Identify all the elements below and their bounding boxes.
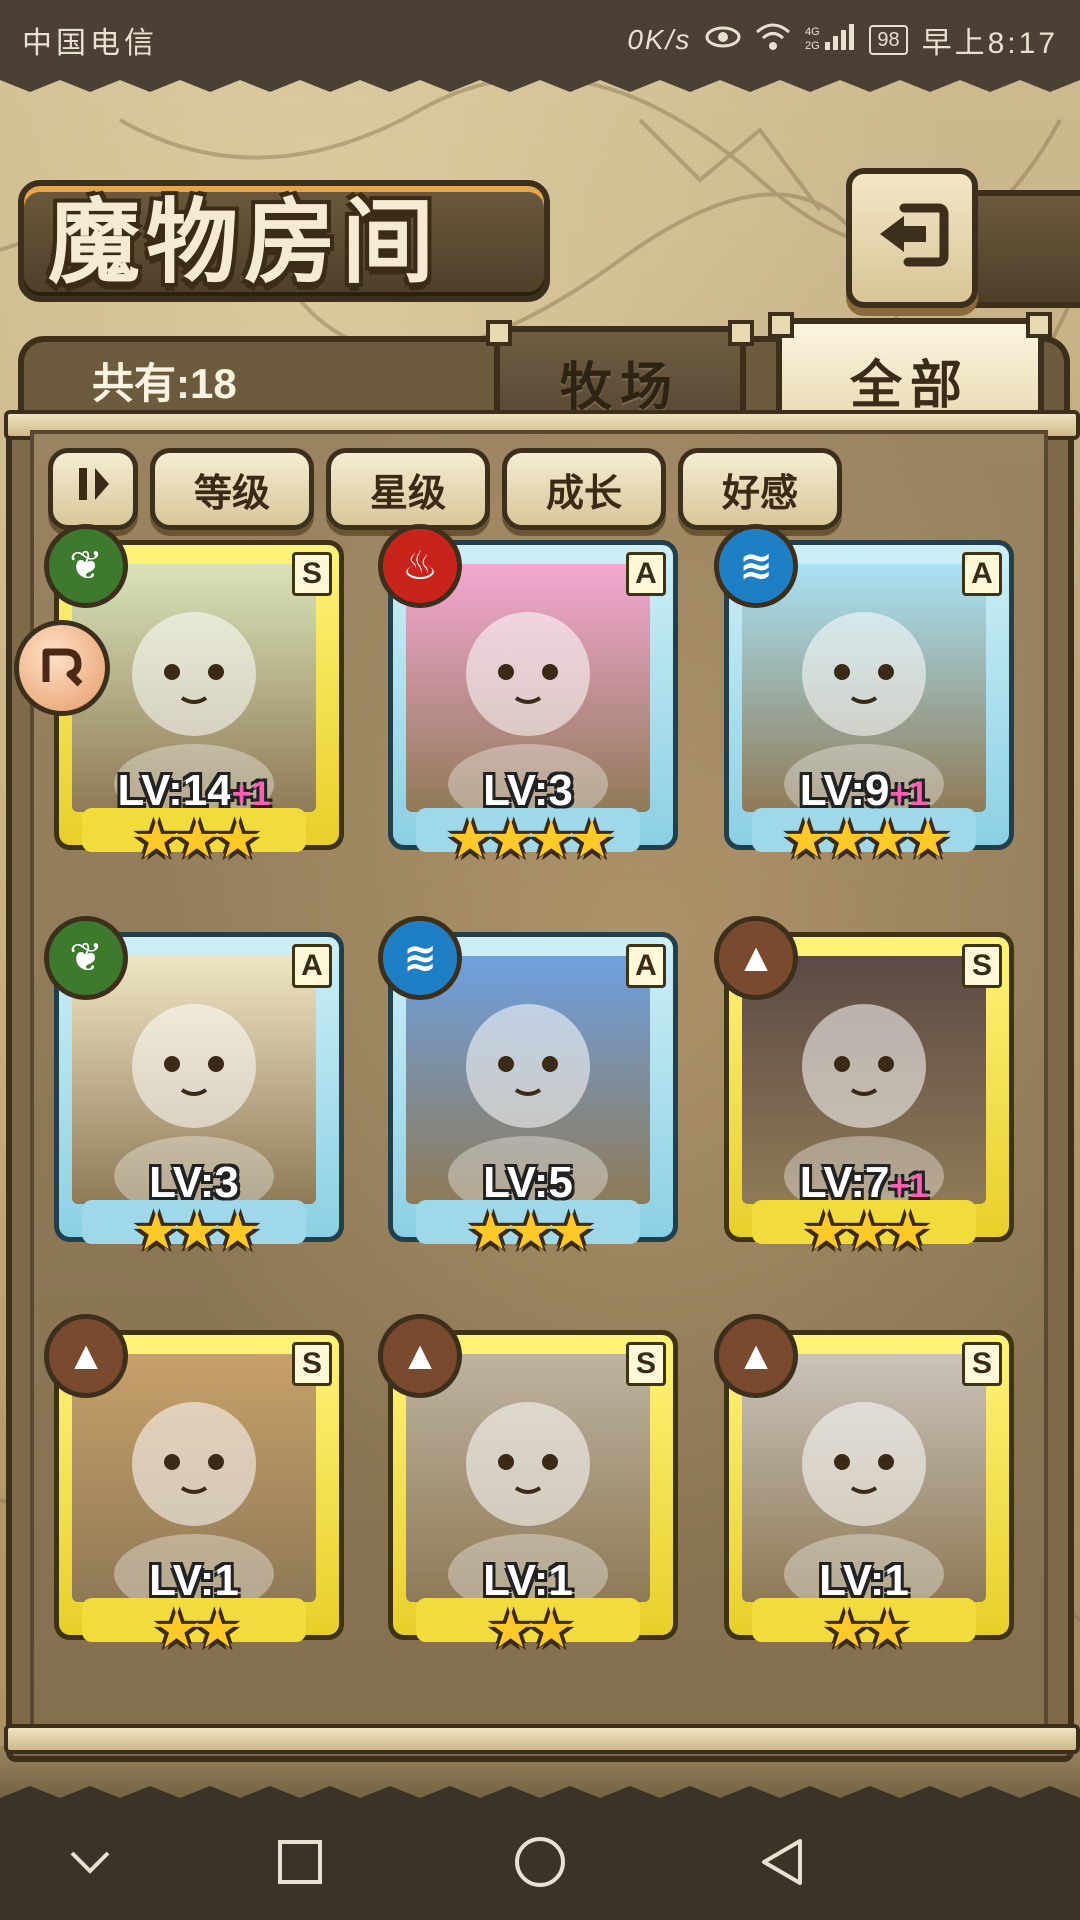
- level-text: LV:3: [483, 766, 573, 815]
- level-bonus: +1: [231, 775, 271, 813]
- tab-label: 牧场: [559, 358, 680, 417]
- earth-element-icon: ▲: [714, 916, 798, 1000]
- back-nav-button[interactable]: [752, 1834, 812, 1894]
- monster-count: 共有:18: [92, 360, 237, 407]
- level-text: LV:7: [799, 1158, 890, 1207]
- tab-pin: [728, 320, 754, 346]
- eye-icon: [705, 24, 741, 56]
- sort-order-toggle[interactable]: [48, 448, 138, 530]
- level-text: LV:1: [819, 1556, 909, 1605]
- monster-level: LV:1: [380, 1556, 676, 1606]
- star-rating: ★★: [153, 1601, 240, 1659]
- star-rating: ★★: [823, 1601, 910, 1659]
- svg-text:4G: 4G: [805, 26, 820, 38]
- header-bar-right: [960, 190, 1080, 308]
- rank-badge: A: [962, 552, 1002, 596]
- rank-badge: S: [292, 1342, 332, 1386]
- fire-element-icon: ♨: [378, 524, 462, 608]
- monster-card[interactable]: A ♨ LV:3 ★★★★: [378, 524, 678, 870]
- status-bar-edge: [0, 76, 1080, 92]
- side-marker-button[interactable]: [14, 620, 110, 716]
- monster-level: LV:3: [46, 1158, 342, 1208]
- rank-badge: A: [626, 944, 666, 988]
- tab-pin: [1026, 312, 1052, 338]
- star-rating: ★★★: [803, 1203, 931, 1261]
- svg-text:2G: 2G: [805, 40, 820, 52]
- level-text: LV:1: [483, 1556, 573, 1605]
- star-rating: ★★: [487, 1601, 574, 1659]
- water-element-icon: ≋: [378, 916, 462, 1000]
- star-rating: ★★★: [467, 1203, 595, 1261]
- sort-by-level-button[interactable]: 等级: [150, 448, 314, 530]
- arrow-marker-icon: [34, 638, 90, 699]
- back-icon: [758, 1837, 806, 1892]
- monster-level: LV:3: [380, 766, 676, 816]
- home-icon: [513, 1835, 567, 1894]
- monster-card[interactable]: S ▲ LV:1 ★★: [44, 1314, 344, 1660]
- star-rating: ★★★: [133, 1203, 261, 1261]
- sort-by-star-button[interactable]: 星级: [326, 448, 490, 530]
- sort-by-growth-button[interactable]: 成长: [502, 448, 666, 530]
- rank-badge: S: [962, 944, 1002, 988]
- wifi-icon: [755, 22, 791, 59]
- monster-card[interactable]: S ▲ LV:1 ★★: [714, 1314, 1014, 1660]
- monster-card[interactable]: A ❦ LV:3 ★★★: [44, 916, 344, 1262]
- home-button[interactable]: [510, 1834, 570, 1894]
- level-text: LV:14: [117, 766, 232, 815]
- star-rating: ★★★★: [446, 811, 615, 869]
- sort-order-icon: [71, 462, 115, 516]
- signal-icon: 4G 2G: [805, 22, 855, 59]
- carrier-label: 中国电信: [22, 27, 158, 60]
- monster-level: LV:5: [380, 1158, 676, 1208]
- water-element-icon: ≋: [714, 524, 798, 608]
- monster-level: LV:9+1: [716, 766, 1012, 816]
- earth-element-icon: ▲: [714, 1314, 798, 1398]
- earth-element-icon: ▲: [378, 1314, 462, 1398]
- level-bonus: +1: [889, 775, 929, 813]
- rank-badge: S: [626, 1342, 666, 1386]
- rank-badge: A: [292, 944, 332, 988]
- monster-level: LV:1: [716, 1556, 1012, 1606]
- level-bonus: +1: [889, 1167, 929, 1205]
- rank-badge: S: [962, 1342, 1002, 1386]
- nav-bar-edge: [0, 1786, 1080, 1802]
- earth-element-icon: ▲: [44, 1314, 128, 1398]
- monster-card[interactable]: A ≋ LV:9+1 ★★★★: [714, 524, 1014, 870]
- level-text: LV:3: [149, 1158, 239, 1207]
- level-text: LV:5: [483, 1158, 573, 1207]
- tab-label: 全部: [849, 356, 970, 415]
- monster-level: LV:7+1: [716, 1158, 1012, 1208]
- monster-card[interactable]: S ▲ LV:7+1 ★★★: [714, 916, 1014, 1262]
- recent-apps-icon: [276, 1838, 324, 1891]
- clock: 早上8:17: [921, 27, 1058, 60]
- back-arrow-icon: [870, 194, 954, 283]
- recent-apps-button[interactable]: [270, 1834, 330, 1894]
- hide-keyboard-icon: [68, 1847, 112, 1882]
- rank-badge: A: [626, 552, 666, 596]
- leaf-element-icon: ❦: [44, 524, 128, 608]
- battery-indicator: 98: [869, 25, 908, 55]
- monster-level: LV:1: [46, 1556, 342, 1606]
- page-title: 魔物房间: [48, 192, 441, 294]
- network-speed: 0K/s: [627, 24, 692, 55]
- rank-badge: S: [292, 552, 332, 596]
- leaf-element-icon: ❦: [44, 916, 128, 1000]
- level-text: LV:9: [799, 766, 890, 815]
- star-rating: ★★★★: [782, 811, 951, 869]
- status-indicators: 0K/s 4G 2G 98 早上8:17: [627, 18, 1058, 62]
- monster-card[interactable]: S ▲ LV:1 ★★: [378, 1314, 678, 1660]
- status-bar: 中国电信 0K/s 4G 2G 98 早上8:17: [0, 0, 1080, 92]
- tab-pin: [486, 320, 512, 346]
- monster-level: LV:14+1: [46, 766, 342, 816]
- sort-by-affection-button[interactable]: 好感: [678, 448, 842, 530]
- tab-pin: [768, 312, 794, 338]
- hide-keyboard-button[interactable]: [60, 1834, 120, 1894]
- level-text: LV:1: [149, 1556, 239, 1605]
- monster-card[interactable]: A ≋ LV:5 ★★★: [378, 916, 678, 1262]
- star-rating: ★★★: [133, 811, 261, 869]
- frame-rail-bottom: [4, 1724, 1080, 1754]
- back-button[interactable]: [846, 168, 978, 308]
